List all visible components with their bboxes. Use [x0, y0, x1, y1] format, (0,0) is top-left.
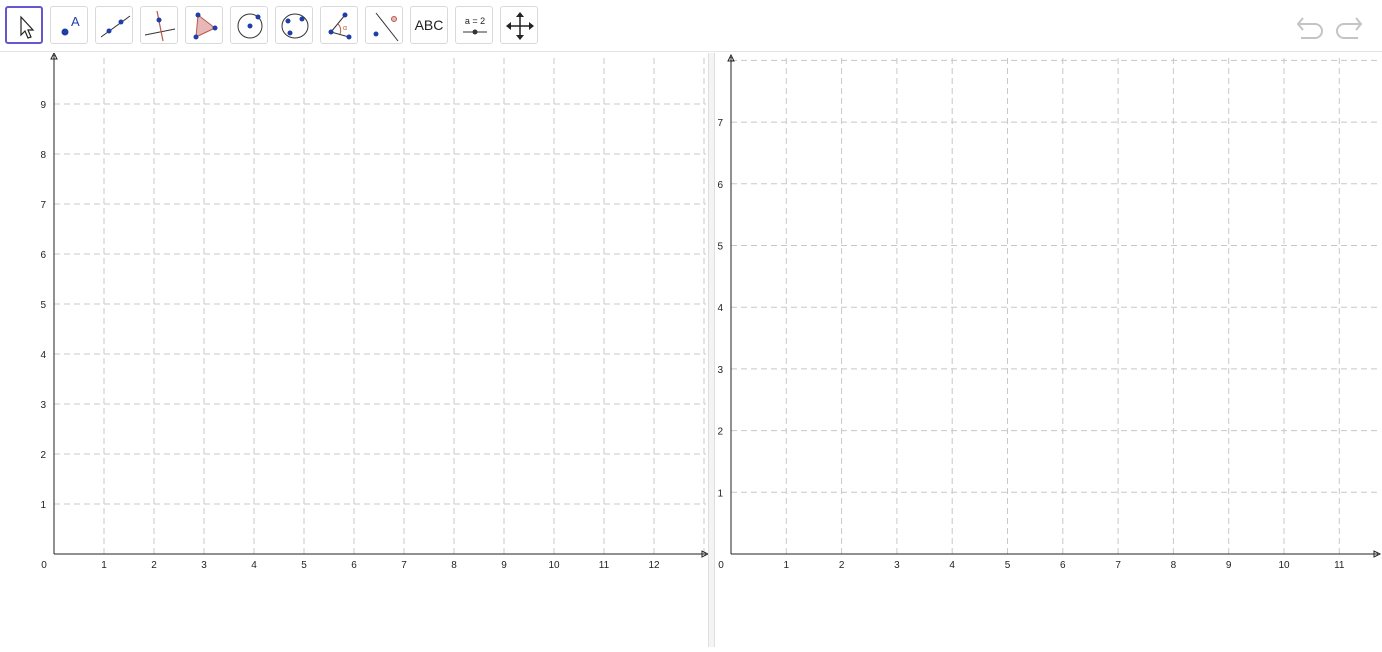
y-tick-label: 8 — [40, 150, 46, 161]
x-tick-label: 10 — [1278, 560, 1290, 571]
axes — [727, 53, 1382, 558]
circle-tool[interactable] — [230, 6, 268, 44]
y-tick-label: 3 — [717, 365, 723, 376]
y-tick-label: 7 — [717, 118, 723, 129]
x-tick-label: 8 — [451, 560, 457, 571]
y-tick-labels: 1 2 3 4 5 6 7 — [717, 118, 723, 499]
x-tick-label: 7 — [401, 560, 407, 571]
y-tick-label: 1 — [717, 488, 723, 499]
x-tick-label: 3 — [894, 560, 900, 571]
polygon-icon — [193, 12, 218, 40]
x-tick-label: 12 — [648, 560, 660, 571]
x-tick-label: 4 — [949, 560, 955, 571]
x-tick-label: 0 — [41, 560, 47, 571]
toolbar: A α ABC a = 2 — [0, 0, 1382, 52]
x-tick-label: 2 — [839, 560, 845, 571]
y-tick-label: 2 — [40, 450, 46, 461]
y-tick-label: 5 — [717, 242, 723, 253]
graphics-view-2-canvas[interactable]: 0 1 2 3 4 5 6 7 8 9 10 11 1234567 — [715, 53, 1382, 647]
x-tick-label: 0 — [718, 560, 724, 571]
x-tick-labels: 0 1 2 3 4 5 6 7 8 9 10 11 12 — [41, 560, 660, 571]
circle-through-three-points-tool[interactable] — [275, 6, 313, 44]
x-tick-label: 9 — [1226, 560, 1232, 571]
angle-tool[interactable]: α — [320, 6, 358, 44]
y-tick-label: 7 — [40, 200, 46, 211]
redo-icon — [1336, 17, 1363, 39]
y-tick-label: 1 — [40, 500, 46, 511]
move-graphics-view-tool[interactable] — [500, 6, 538, 44]
grid-lines — [54, 55, 706, 554]
circle-three-points-icon — [281, 13, 309, 39]
x-tick-label: 8 — [1171, 560, 1177, 571]
angle-icon: α — [328, 12, 352, 40]
perpendicular-line-icon — [144, 10, 176, 42]
x-tick-label: 6 — [351, 560, 357, 571]
y-tick-label: 3 — [40, 400, 46, 411]
slider-icon: a = 2 — [463, 16, 487, 35]
x-tick-label: 11 — [1334, 560, 1345, 571]
angle-tool-label: α — [343, 25, 347, 32]
x-tick-label: 6 — [1060, 560, 1066, 571]
point-icon: A — [61, 14, 80, 36]
reflect-icon — [373, 12, 399, 42]
graphics-view-1[interactable]: 0 1 2 3 4 5 6 7 8 9 10 11 12 123456789 — [0, 51, 710, 647]
x-tick-label: 10 — [548, 560, 560, 571]
reflect-tool[interactable] — [365, 6, 403, 44]
y-tick-label: 9 — [40, 100, 46, 111]
x-tick-label: 5 — [301, 560, 307, 571]
y-tick-labels: 1 2 3 4 5 6 7 8 9 — [40, 100, 46, 511]
y-tick-label: 5 — [40, 300, 46, 311]
perpendicular-line-tool[interactable] — [140, 6, 178, 44]
x-tick-labels: 0 1 2 3 4 5 6 7 8 9 10 11 — [718, 560, 1345, 571]
slider-tool-label: a = 2 — [465, 16, 485, 26]
line-tool[interactable] — [95, 6, 133, 44]
y-tick-label: 4 — [40, 350, 46, 361]
x-tick-label: 2 — [151, 560, 157, 571]
polygon-tool[interactable] — [185, 6, 223, 44]
x-tick-label: 7 — [1115, 560, 1121, 571]
y-tick-label: 2 — [717, 427, 723, 438]
point-tool[interactable]: A — [50, 6, 88, 44]
x-tick-label: 11 — [599, 560, 610, 571]
axes — [50, 51, 710, 558]
x-tick-label: 1 — [101, 560, 107, 571]
undo-icon — [1296, 17, 1323, 39]
cursor-arrow-icon — [20, 15, 35, 39]
text-icon: ABC — [414, 17, 444, 33]
text-tool[interactable]: ABC — [410, 6, 448, 44]
x-tick-label: 4 — [251, 560, 257, 571]
x-tick-label: 1 — [784, 560, 790, 571]
y-tick-label: 6 — [40, 250, 46, 261]
graphics-view-1-canvas[interactable]: 0 1 2 3 4 5 6 7 8 9 10 11 12 123456789 — [0, 51, 710, 647]
x-tick-label: 3 — [201, 560, 207, 571]
move-arrows-icon — [506, 12, 534, 40]
grid-lines — [731, 57, 1378, 554]
x-tick-label: 5 — [1005, 560, 1011, 571]
x-tick-label: 9 — [501, 560, 507, 571]
y-tick-label: 4 — [717, 303, 723, 314]
view-divider[interactable] — [708, 53, 715, 647]
y-tick-label: 6 — [717, 180, 723, 191]
line-icon — [100, 15, 131, 38]
slider-tool[interactable]: a = 2 — [455, 6, 493, 44]
circle-icon — [237, 13, 263, 39]
move-tool[interactable] — [5, 6, 43, 44]
graphics-view-2[interactable]: 0 1 2 3 4 5 6 7 8 9 10 11 1234567 — [715, 53, 1382, 647]
point-tool-label: A — [71, 14, 80, 29]
redo-button[interactable] — [1332, 12, 1364, 40]
undo-button[interactable] — [1295, 12, 1327, 40]
